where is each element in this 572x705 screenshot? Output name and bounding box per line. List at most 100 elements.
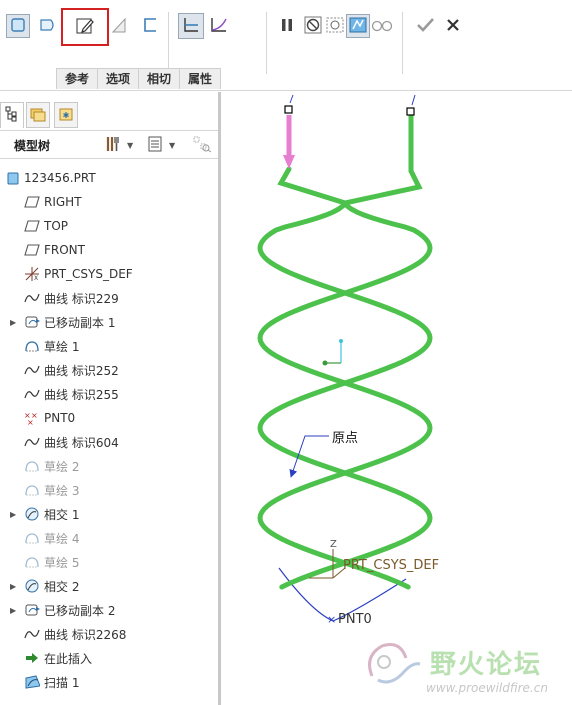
tree-item[interactable]: 123456.PRT — [0, 166, 218, 190]
curve-icon — [24, 626, 40, 642]
tab-options[interactable]: 选项 — [97, 68, 140, 89]
ok-button[interactable] — [413, 14, 437, 38]
curve-icon — [24, 362, 40, 378]
csys-z-label: Z — [330, 539, 337, 550]
favorites-icon: ✱ — [58, 106, 74, 125]
tools-icon — [104, 135, 122, 156]
variable-section-button[interactable] — [207, 14, 231, 38]
tab-tangency[interactable]: 相切 — [138, 68, 181, 89]
pause-button[interactable] — [275, 14, 299, 38]
settings-dropdown[interactable]: ▼ — [104, 136, 133, 154]
tree-item[interactable]: ▶ 已移动副本 2 — [0, 598, 218, 622]
variable-section-icon — [209, 16, 229, 37]
show-dropdown[interactable]: ▼ — [148, 136, 175, 154]
tree-item[interactable]: FRONT — [0, 238, 218, 262]
svg-text:✱: ✱ — [63, 111, 70, 120]
toolbar-separator — [168, 12, 169, 74]
start-point-handle[interactable] — [284, 105, 293, 114]
sketch-edit-button[interactable] — [61, 8, 109, 46]
verify-preview-button[interactable] — [346, 14, 370, 38]
tree-item[interactable]: 草绘 1 — [0, 334, 218, 358]
tree-item[interactable]: ▶ 相交 2 — [0, 574, 218, 598]
navigator-tabs: ✱ — [0, 92, 218, 131]
tree-item[interactable]: 草绘 4 — [0, 526, 218, 550]
glasses-icon — [371, 17, 393, 36]
filter-tree-icon — [192, 135, 212, 156]
chevron-down-icon: ▼ — [127, 140, 134, 150]
sketch-icon — [24, 338, 40, 354]
graphics-window[interactable]: 原点 Z PRT_CSYS_DEF × PNT0 — [221, 91, 572, 705]
tab-references[interactable]: 参考 — [56, 68, 99, 89]
svg-text:X: X — [34, 275, 38, 282]
tab-model-tree[interactable] — [0, 102, 24, 128]
ribbon-toolbar: 参考 选项 相切 属性 — [0, 0, 572, 91]
watermark-url: www.proewildfire.cn — [426, 681, 548, 695]
curve-icon — [24, 290, 40, 306]
tab-favorites[interactable]: ✱ — [54, 102, 78, 128]
part-icon — [5, 170, 21, 186]
tree-item[interactable]: 在此插入 — [0, 646, 218, 670]
tree-item[interactable]: X PRT_CSYS_DEF — [0, 262, 218, 286]
start-direction-arrow[interactable] — [283, 115, 295, 169]
surface-button[interactable] — [36, 14, 60, 38]
watermark-text: 野火论坛 — [430, 650, 543, 680]
intersect-icon — [24, 578, 40, 594]
sketch-icon — [24, 530, 40, 546]
no-preview-icon — [304, 16, 322, 37]
thin-button[interactable] — [138, 14, 162, 38]
surface-icon — [39, 17, 57, 36]
tree-item[interactable]: × × × PNT0 — [0, 406, 218, 430]
preview-button[interactable] — [323, 14, 347, 38]
tree-item[interactable]: 曲线 标识229 — [0, 286, 218, 310]
model-graphics: 原点 Z PRT_CSYS_DEF × PNT0 — [257, 94, 439, 627]
tree-item-label: 曲线 标识229 — [44, 291, 119, 306]
tree-item[interactable]: 扫描 1 — [0, 670, 218, 694]
intersect-icon — [24, 506, 40, 522]
constant-section-button[interactable] — [178, 13, 204, 39]
tab-properties[interactable]: 属性 — [179, 68, 222, 89]
datum-point-marker[interactable]: × — [327, 613, 336, 626]
cancel-x-icon — [445, 17, 461, 36]
tree-item[interactable]: ▶ 已移动副本 1 — [0, 310, 218, 334]
datum-point-icon: × × × — [24, 410, 40, 426]
tree-item-label: PNT0 — [44, 411, 76, 425]
datum-plane-icon — [24, 242, 40, 258]
sketch-icon — [24, 458, 40, 474]
datum-plane-icon — [24, 194, 40, 210]
end-point-handle[interactable] — [406, 107, 415, 116]
tree-item-label: RIGHT — [44, 195, 82, 209]
tree-item[interactable]: 曲线 标识252 — [0, 358, 218, 382]
expand-toggle[interactable]: ▶ — [10, 582, 18, 591]
filter-button[interactable] — [192, 136, 212, 154]
datum-point-label: PNT0 — [338, 612, 372, 627]
tree-item[interactable]: RIGHT — [0, 190, 218, 214]
tree-item[interactable]: 草绘 5 — [0, 550, 218, 574]
tree-item[interactable]: 草绘 3 — [0, 478, 218, 502]
remove-material-button[interactable] — [107, 14, 131, 38]
tree-item-label: 相交 2 — [44, 579, 80, 594]
expand-toggle[interactable]: ▶ — [10, 510, 18, 519]
glasses-button[interactable] — [370, 14, 394, 38]
tree-item[interactable]: TOP — [0, 214, 218, 238]
tree-item[interactable]: 曲线 标识2268 — [0, 622, 218, 646]
sweep-strand-left[interactable] — [257, 166, 433, 590]
expand-toggle[interactable]: ▶ — [10, 318, 18, 327]
thin-icon — [141, 16, 159, 37]
curve-icon — [24, 434, 40, 450]
no-preview-button[interactable] — [301, 14, 325, 38]
tree-item[interactable]: 草绘 2 — [0, 454, 218, 478]
expand-toggle[interactable]: ▶ — [10, 606, 18, 615]
solid-button[interactable] — [6, 14, 30, 38]
tree-item-label: PRT_CSYS_DEF — [44, 267, 133, 281]
watermark-logo — [368, 643, 421, 684]
cancel-button[interactable] — [441, 14, 465, 38]
model-tree-panel: ✱ 模型树 ▼ ▼ 123456.PRT RIGHT TOP FRONT X PRT_CS… — [0, 92, 221, 705]
ribbon-tab-strip: 参考 选项 相切 属性 — [56, 68, 222, 89]
tree-item[interactable]: ▶ 相交 1 — [0, 502, 218, 526]
tree-item[interactable]: 曲线 标识255 — [0, 382, 218, 406]
csys-label: PRT_CSYS_DEF — [343, 558, 439, 573]
tree-item[interactable]: 曲线 标识604 — [0, 430, 218, 454]
tab-folder-browser[interactable] — [26, 102, 50, 128]
view-triad — [322, 339, 343, 366]
toolbar-separator — [402, 12, 403, 74]
